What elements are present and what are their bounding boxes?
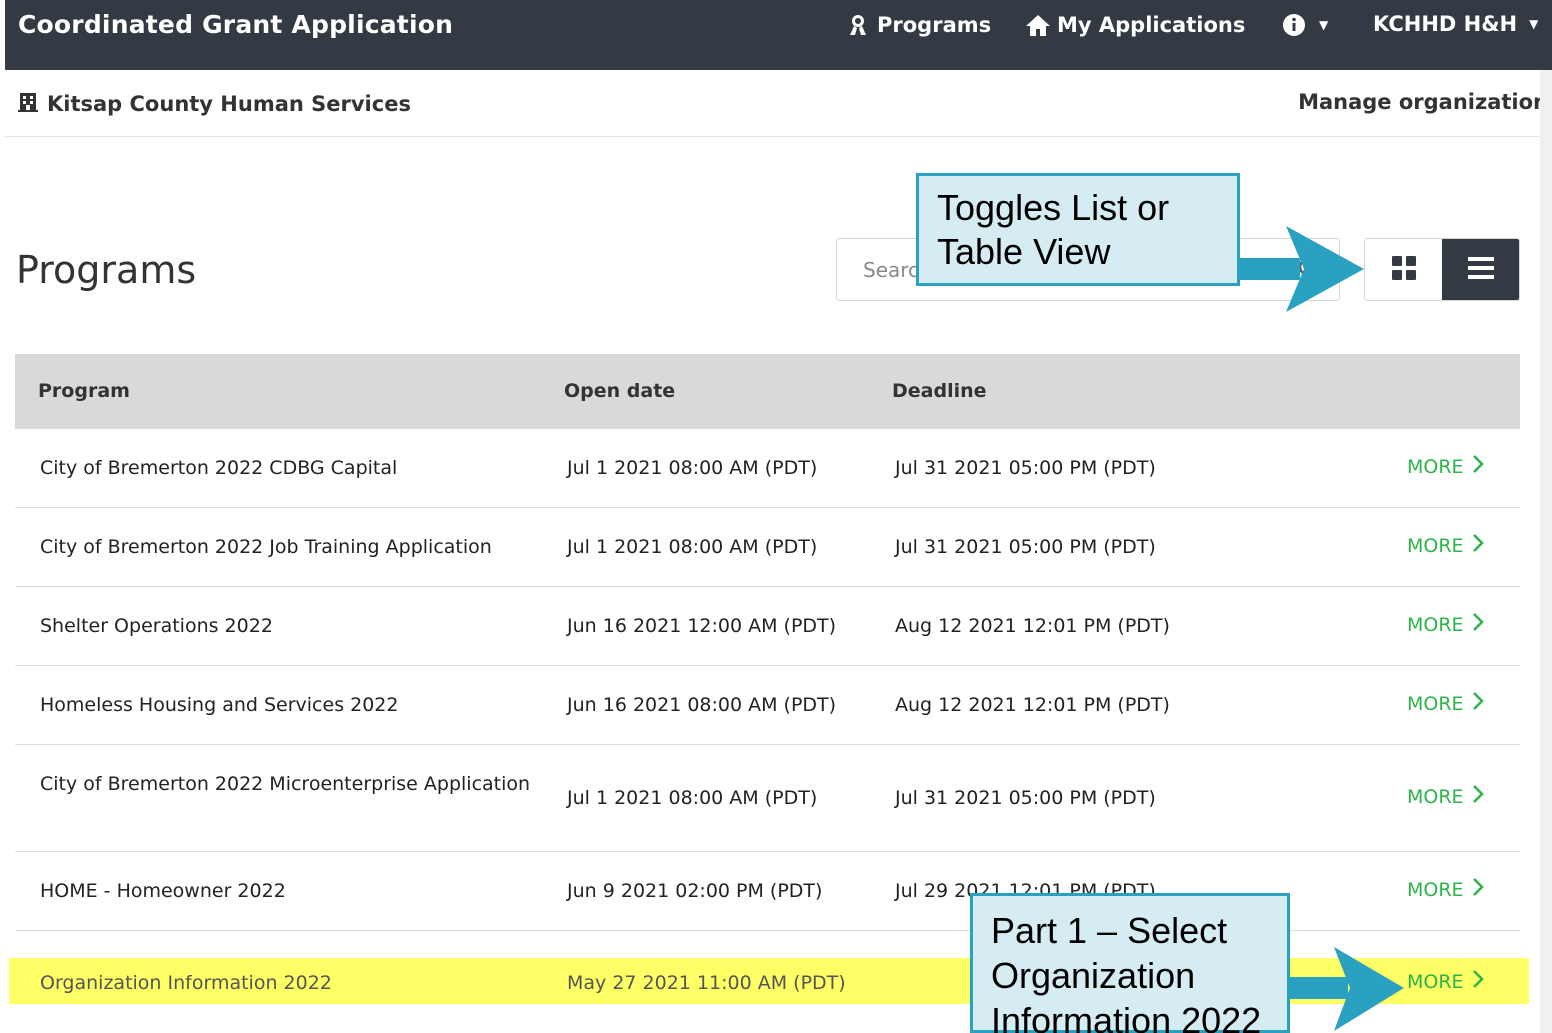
toggle-view-callout: Toggles List or Table View	[916, 173, 1240, 286]
open-date: May 27 2021 11:00 AM (PDT)	[567, 972, 846, 994]
callout-line: Organization	[991, 955, 1196, 996]
info-icon	[1281, 12, 1307, 38]
scrollbar[interactable]	[1540, 70, 1552, 1033]
program-name: Homeless Housing and Services 2022	[40, 694, 399, 716]
table-row[interactable]: Shelter Operations 2022 Jun 16 2021 12:0…	[15, 587, 1520, 666]
more-label: MORE	[1407, 692, 1464, 715]
open-date: Jun 9 2021 02:00 PM (PDT)	[567, 880, 823, 902]
callout-arrow-icon	[1238, 226, 1364, 312]
organization-bar: Kitsap County Human Services Manage orga…	[5, 70, 1548, 137]
more-link[interactable]: MORE	[1407, 969, 1484, 994]
chevron-right-icon	[1472, 877, 1484, 902]
view-toggle	[1364, 238, 1520, 301]
more-label: MORE	[1407, 970, 1464, 993]
deadline: Aug 12 2021 12:01 PM (PDT)	[895, 694, 1170, 716]
more-label: MORE	[1407, 534, 1464, 557]
user-menu[interactable]: KCHHD H&H ▼	[1373, 12, 1538, 36]
callout-line: Information 2022	[991, 1000, 1262, 1033]
chevron-right-icon	[1472, 691, 1484, 716]
table-header: Program Open date Deadline	[15, 354, 1520, 429]
more-label: MORE	[1407, 613, 1464, 636]
info-dropdown[interactable]: ▼	[1281, 12, 1328, 38]
column-header-program[interactable]: Program	[38, 380, 130, 402]
organization-name: Kitsap County Human Services	[17, 90, 411, 117]
more-link[interactable]: MORE	[1407, 784, 1484, 809]
program-name: HOME - Homeowner 2022	[40, 880, 286, 902]
chevron-right-icon	[1472, 784, 1484, 809]
open-date: Jun 16 2021 12:00 AM (PDT)	[567, 615, 837, 637]
chevron-down-icon: ▼	[1529, 17, 1539, 31]
program-name: City of Bremerton 2022 Microenterprise A…	[40, 773, 531, 795]
chevron-right-icon	[1472, 533, 1484, 558]
more-link[interactable]: MORE	[1407, 612, 1484, 637]
program-name: City of Bremerton 2022 CDBG Capital	[40, 457, 398, 479]
callout-line: Table View	[937, 231, 1111, 272]
deadline: Jul 31 2021 05:00 PM (PDT)	[895, 787, 1156, 809]
award-icon	[845, 12, 871, 38]
page-title: Programs	[16, 248, 197, 292]
more-link[interactable]: MORE	[1407, 877, 1484, 902]
home-icon	[1025, 12, 1051, 38]
program-name: City of Bremerton 2022 Job Training Appl…	[40, 536, 492, 558]
table-row[interactable]: Homeless Housing and Services 2022 Jun 1…	[15, 666, 1520, 745]
callout-line: Toggles List or	[937, 187, 1170, 228]
more-link[interactable]: MORE	[1407, 691, 1484, 716]
nav-my-applications-label: My Applications	[1057, 13, 1246, 37]
deadline: Aug 12 2021 12:01 PM (PDT)	[895, 615, 1170, 637]
chevron-right-icon	[1472, 612, 1484, 637]
top-navbar: Coordinated Grant Application Programs M…	[5, 0, 1552, 70]
organization-name-label: Kitsap County Human Services	[47, 91, 411, 116]
user-name: KCHHD H&H	[1373, 12, 1518, 36]
table-row[interactable]: HOME - Homeowner 2022 Jun 9 2021 02:00 P…	[15, 852, 1520, 931]
nav-programs[interactable]: Programs	[845, 12, 991, 38]
part1-callout: Part 1 – Select Organization Information…	[970, 893, 1290, 1033]
column-header-open-date[interactable]: Open date	[564, 380, 675, 402]
more-link[interactable]: MORE	[1407, 533, 1484, 558]
open-date: Jul 1 2021 08:00 AM (PDT)	[567, 457, 818, 479]
chevron-down-icon: ▼	[1319, 18, 1329, 32]
callout-arrow-icon	[1288, 947, 1404, 1031]
grid-view-button[interactable]	[1365, 239, 1442, 300]
chevron-right-icon	[1472, 454, 1484, 479]
building-icon	[17, 90, 39, 117]
chevron-right-icon	[1472, 969, 1484, 994]
app-title[interactable]: Coordinated Grant Application	[18, 10, 453, 39]
more-link[interactable]: MORE	[1407, 454, 1484, 479]
nav-programs-label: Programs	[877, 13, 992, 37]
list-icon	[1467, 256, 1494, 283]
table-row[interactable]: City of Bremerton 2022 Microenterprise A…	[15, 745, 1520, 852]
table-row[interactable]: City of Bremerton 2022 CDBG Capital Jul …	[15, 429, 1520, 508]
open-date: Jun 16 2021 08:00 AM (PDT)	[567, 694, 837, 716]
programs-table: Program Open date Deadline City of Breme…	[9, 354, 1529, 1031]
program-name: Organization Information 2022	[40, 972, 332, 994]
deadline: Jul 31 2021 05:00 PM (PDT)	[895, 457, 1156, 479]
more-label: MORE	[1407, 785, 1464, 808]
open-date: Jul 1 2021 08:00 AM (PDT)	[567, 536, 818, 558]
callout-line: Part 1 – Select	[991, 910, 1228, 951]
program-name: Shelter Operations 2022	[40, 615, 273, 637]
nav-my-applications[interactable]: My Applications	[1025, 12, 1245, 38]
deadline: Jul 31 2021 05:00 PM (PDT)	[895, 536, 1156, 558]
column-header-deadline[interactable]: Deadline	[892, 380, 987, 402]
grid-icon	[1391, 255, 1416, 284]
more-label: MORE	[1407, 455, 1464, 478]
manage-organization-link[interactable]: Manage organization	[1298, 90, 1548, 114]
more-label: MORE	[1407, 878, 1464, 901]
table-row[interactable]: City of Bremerton 2022 Job Training Appl…	[15, 508, 1520, 587]
open-date: Jul 1 2021 08:00 AM (PDT)	[567, 787, 818, 809]
list-view-button[interactable]	[1442, 239, 1519, 300]
